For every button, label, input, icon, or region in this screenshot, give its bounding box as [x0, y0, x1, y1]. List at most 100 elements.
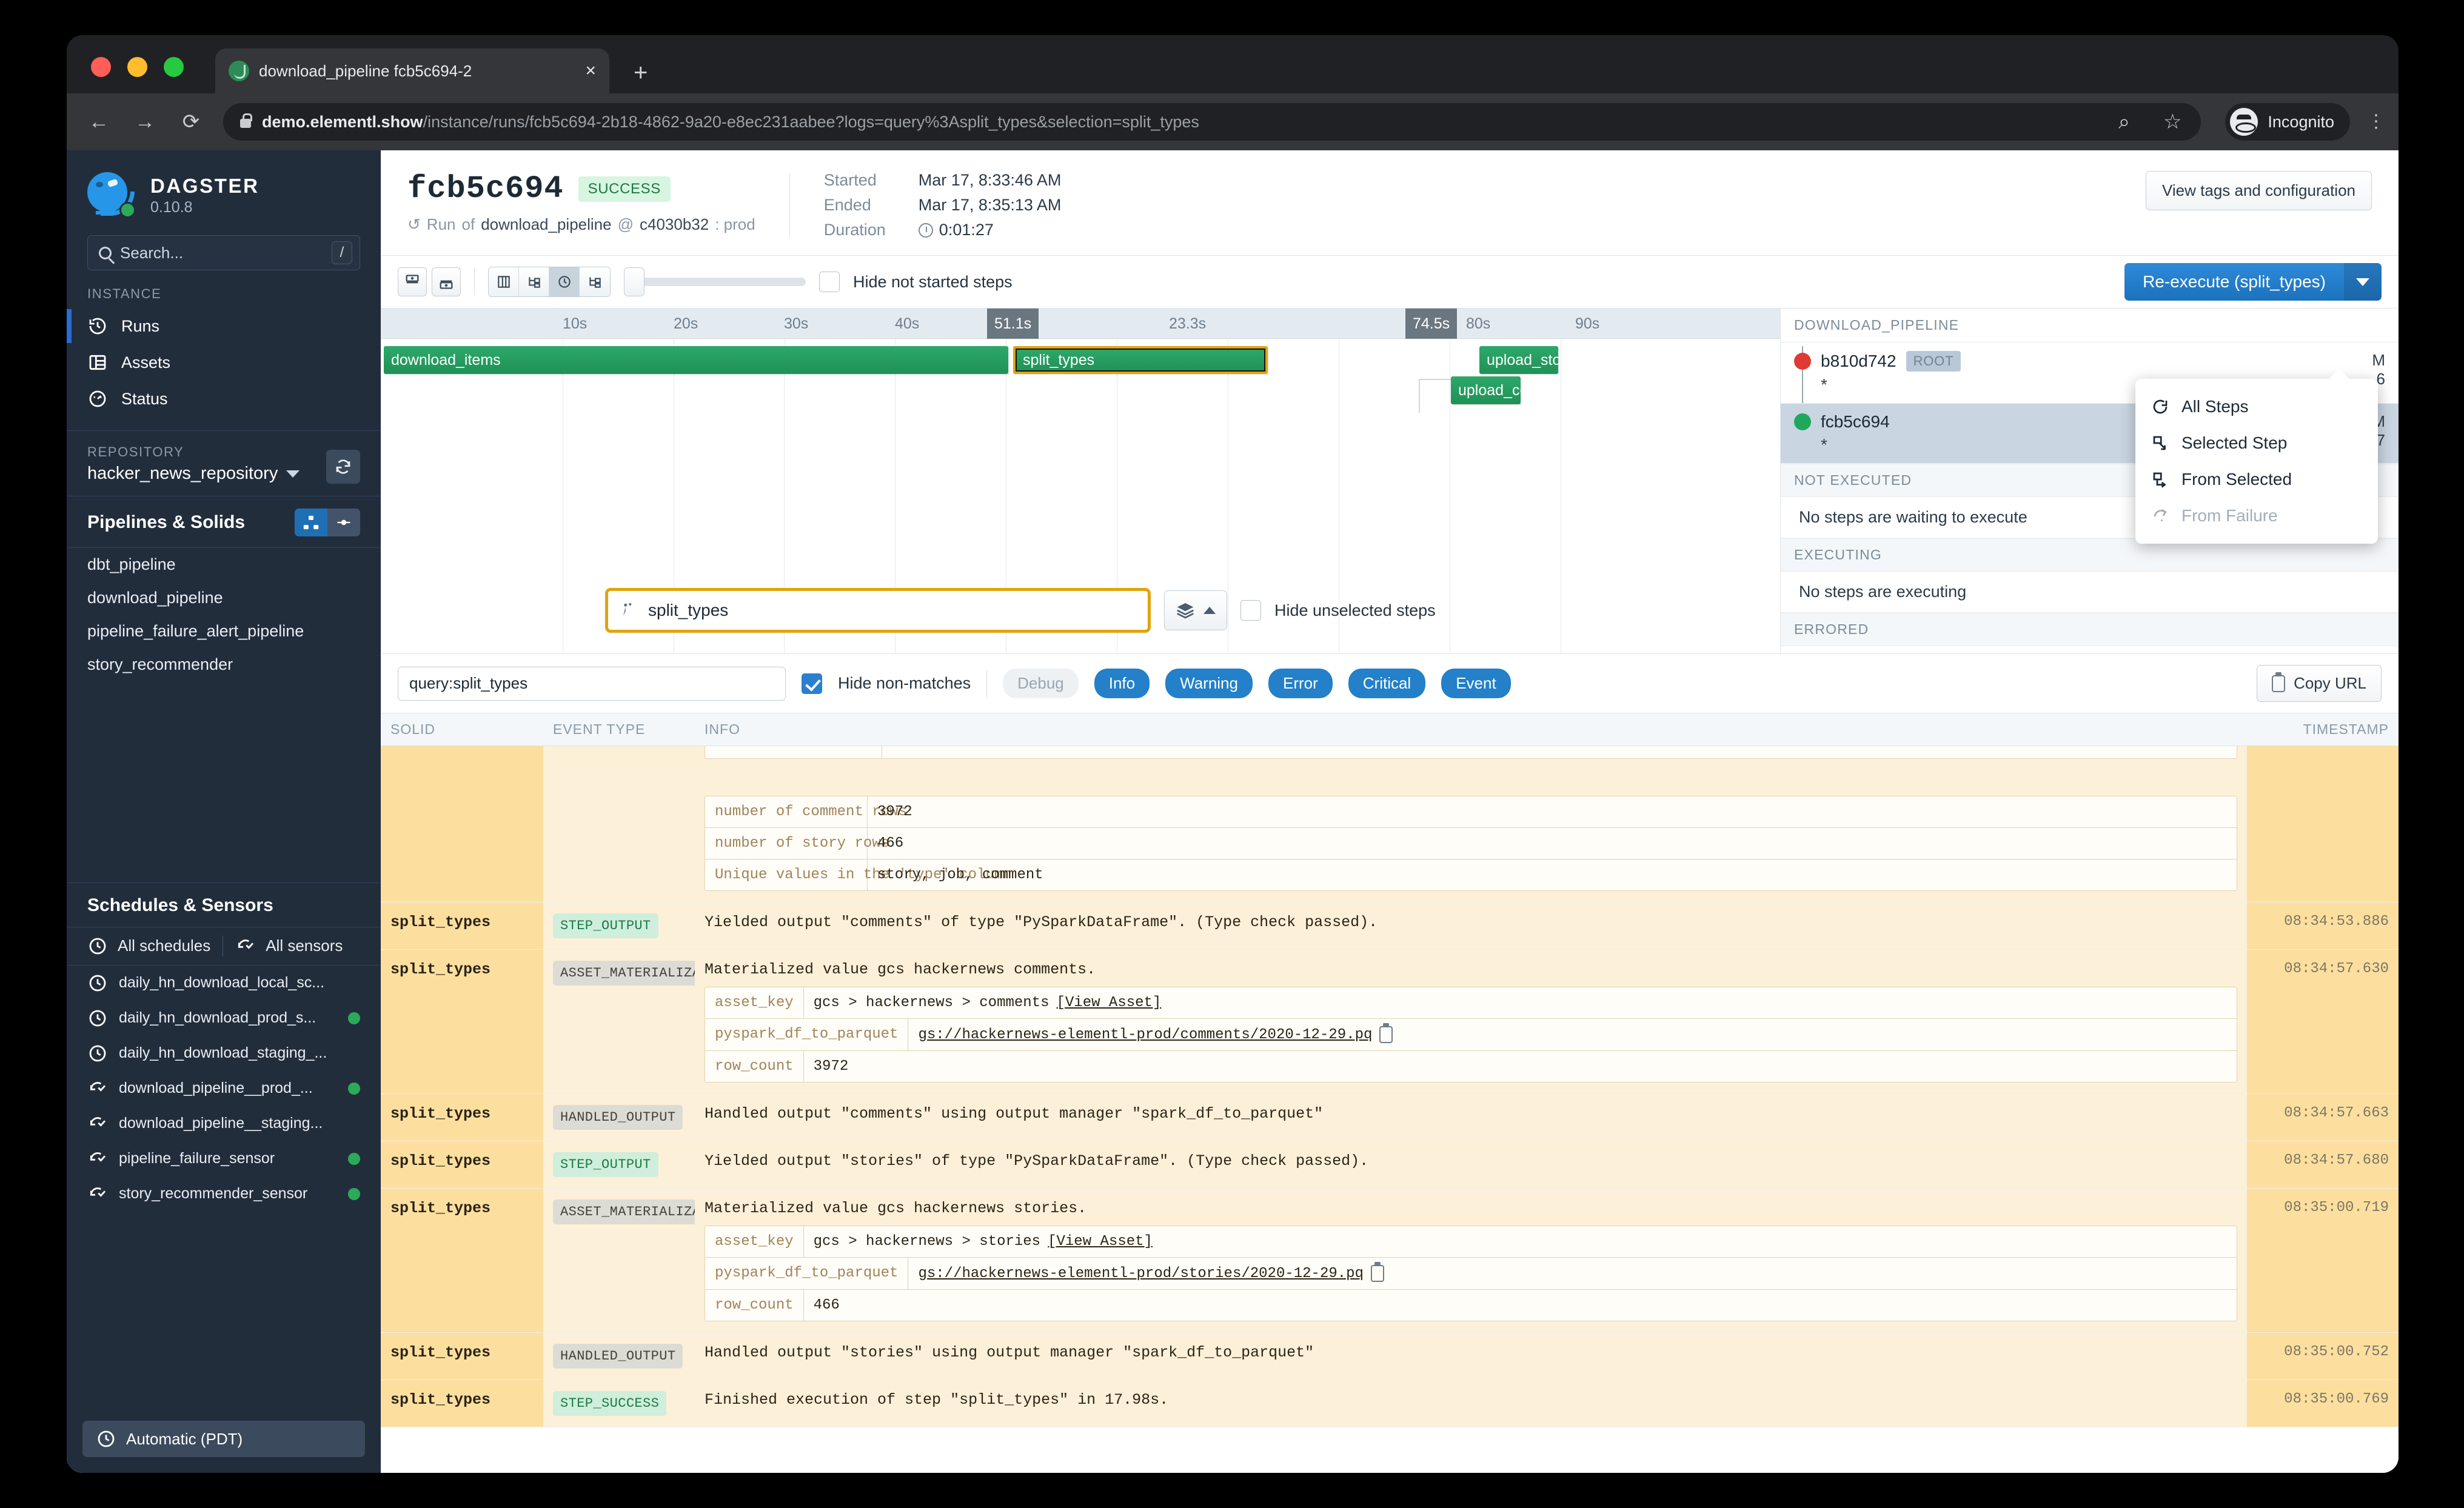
zoom-icon[interactable]: ⌕: [2110, 110, 2138, 134]
hide-not-started-checkbox[interactable]: [819, 272, 840, 292]
re-execute-dropdown-button[interactable]: [2344, 263, 2382, 301]
hide-non-matches-checkbox[interactable]: [802, 673, 822, 694]
reload-icon[interactable]: ⟳: [177, 110, 205, 134]
level-filter-error[interactable]: Error: [1268, 669, 1333, 698]
sidebar-item-runs[interactable]: Runs: [67, 308, 381, 344]
gantt-bar-selected[interactable]: split_types: [1013, 346, 1268, 374]
view-mode-columns-button[interactable]: [489, 267, 519, 296]
metadata-key: pyspark_df_to_parquet: [705, 1258, 909, 1289]
log-table-body[interactable]: number of raw rows4439 number of comment…: [381, 746, 2399, 1473]
reload-repository-button[interactable]: [326, 450, 360, 484]
sidebar-item-status[interactable]: Status: [67, 381, 381, 417]
bookmark-star-icon[interactable]: ☆: [2158, 110, 2186, 134]
run-snapshot-id[interactable]: c4030b32: [640, 215, 709, 234]
slider-handle[interactable]: [624, 267, 644, 296]
search-box[interactable]: /: [87, 235, 360, 270]
step-query-input[interactable]: split_types: [605, 588, 1151, 633]
sensor-item[interactable]: download_pipeline__staging...: [67, 1106, 381, 1141]
executing-empty: No steps are executing: [1781, 572, 2399, 613]
run-group-header: DOWNLOAD_PIPELINE: [1781, 309, 2399, 342]
pipeline-item[interactable]: download_pipeline: [67, 581, 381, 615]
re-execute-button[interactable]: Re-execute (split_types): [2124, 263, 2344, 301]
timezone-selector[interactable]: Automatic (PDT): [82, 1421, 365, 1457]
log-query-input[interactable]: query:split_types: [398, 666, 786, 701]
window-controls[interactable]: [91, 57, 184, 77]
search-input[interactable]: [120, 243, 323, 262]
schedule-item[interactable]: daily_hn_download_staging_...: [67, 1036, 381, 1071]
close-window-button[interactable]: [91, 57, 111, 77]
browser-menu-icon[interactable]: ⋮: [2367, 113, 2385, 131]
pipeline-item[interactable]: pipeline_failure_alert_pipeline: [67, 615, 381, 648]
all-sensors-link[interactable]: All sensors: [235, 936, 343, 956]
log-row-partial[interactable]: number of raw rows4439 number of comment…: [381, 746, 2399, 902]
pipeline-item[interactable]: story_recommender: [67, 648, 381, 681]
level-filter-info[interactable]: Info: [1094, 669, 1150, 698]
gantt-bar[interactable]: upload_stor: [1479, 346, 1558, 374]
repository-selector[interactable]: hacker_news_repository: [87, 464, 300, 484]
run-pipeline-name[interactable]: download_pipeline: [481, 215, 611, 234]
pipelines-view-toggle[interactable]: [295, 509, 360, 536]
log-row[interactable]: split_types ASSET_MATERIALIZATION Materi…: [381, 950, 2399, 1094]
hide-not-started-label: Hide not started steps: [853, 272, 1013, 291]
re-execute-button-group[interactable]: Re-execute (split_types): [2124, 263, 2382, 301]
copy-icon[interactable]: [1370, 1262, 1384, 1282]
view-asset-link[interactable]: [View Asset]: [1057, 995, 1162, 1011]
view-mode-waterfall-button[interactable]: [580, 267, 610, 296]
collapse-all-button[interactable]: [432, 267, 461, 296]
gantt-bar[interactable]: download_items: [384, 346, 1008, 374]
log-row[interactable]: split_types HANDLED_OUTPUT Handled outpu…: [381, 1333, 2399, 1380]
log-row[interactable]: split_types STEP_OUTPUT Yielded output "…: [381, 902, 2399, 950]
view-mode-timing-button[interactable]: [549, 267, 580, 296]
menu-item-all-steps[interactable]: All Steps: [2135, 389, 2378, 425]
pipeline-item[interactable]: dbt_pipeline: [67, 548, 381, 581]
sensor-item[interactable]: download_pipeline__prod_...: [67, 1071, 381, 1106]
level-filter-debug[interactable]: Debug: [1003, 669, 1079, 698]
view-asset-link[interactable]: [View Asset]: [1048, 1233, 1153, 1250]
address-bar[interactable]: demo.elementl.show/instance/runs/fcb5c69…: [223, 103, 2201, 141]
instance-section-label: INSTANCE: [87, 286, 162, 301]
log-row[interactable]: split_types ASSET_MATERIALIZATION Materi…: [381, 1189, 2399, 1333]
minimize-window-button[interactable]: [127, 57, 147, 77]
solid-list-view-button[interactable]: [327, 509, 360, 536]
pipeline-graph-view-button[interactable]: [295, 509, 327, 536]
gcs-path-link[interactable]: gs://hackernews-elementl-prod/stories/20…: [918, 1266, 1364, 1282]
new-tab-icon[interactable]: +: [634, 61, 648, 85]
log-timestamp: 08:34:57.630: [2247, 950, 2399, 1093]
incognito-indicator[interactable]: Incognito: [2225, 103, 2350, 141]
view-tags-button[interactable]: View tags and configuration: [2146, 171, 2372, 210]
gantt-bar[interactable]: upload_co: [1451, 376, 1521, 404]
copy-url-button[interactable]: Copy URL: [2257, 665, 2382, 702]
zoom-slider[interactable]: [624, 267, 806, 296]
hide-non-matches-label: Hide non-matches: [838, 674, 971, 692]
hide-unselected-checkbox[interactable]: [1240, 600, 1261, 621]
brand[interactable]: DAGSTER 0.10.8: [67, 150, 381, 233]
schedule-item[interactable]: daily_hn_download_prod_s...: [67, 1001, 381, 1036]
gantt-timeline[interactable]: 10s 20s 30s 40s 51.1s 23.3s 74.5s 80s 90…: [381, 309, 1780, 653]
maximize-window-button[interactable]: [164, 57, 184, 77]
copy-icon[interactable]: [1379, 1023, 1393, 1043]
all-schedules-link[interactable]: All schedules: [87, 936, 210, 956]
log-row[interactable]: split_types HANDLED_OUTPUT Handled outpu…: [381, 1094, 2399, 1141]
expand-all-button[interactable]: [398, 267, 427, 296]
log-row[interactable]: split_types STEP_SUCCESS Finished execut…: [381, 1380, 2399, 1427]
time-tick: 23.3s: [1169, 315, 1207, 332]
gantt-view-modes[interactable]: [488, 267, 611, 297]
brand-version: 0.10.8: [150, 199, 193, 216]
view-mode-tree-button[interactable]: [519, 267, 549, 296]
sidebar-item-assets[interactable]: Assets: [67, 344, 381, 381]
back-icon[interactable]: ←: [85, 110, 113, 134]
layers-button[interactable]: [1164, 590, 1227, 630]
sensor-item[interactable]: pipeline_failure_sensor: [67, 1141, 381, 1176]
menu-item-from-selected[interactable]: From Selected: [2135, 461, 2378, 498]
forward-icon[interactable]: →: [131, 110, 159, 134]
menu-item-selected-step[interactable]: Selected Step: [2135, 425, 2378, 461]
sensor-item[interactable]: story_recommender_sensor: [67, 1176, 381, 1212]
level-filter-critical[interactable]: Critical: [1348, 669, 1426, 698]
level-filter-warning[interactable]: Warning: [1165, 669, 1253, 698]
gcs-path-link[interactable]: gs://hackernews-elementl-prod/comments/2…: [918, 1027, 1372, 1043]
browser-tab[interactable]: download_pipeline fcb5c694-2 ×: [215, 48, 609, 93]
level-filter-event[interactable]: Event: [1441, 669, 1511, 698]
schedule-item[interactable]: daily_hn_download_local_sc...: [67, 966, 381, 1001]
log-row[interactable]: split_types STEP_OUTPUT Yielded output "…: [381, 1141, 2399, 1189]
close-tab-icon[interactable]: ×: [585, 62, 596, 80]
